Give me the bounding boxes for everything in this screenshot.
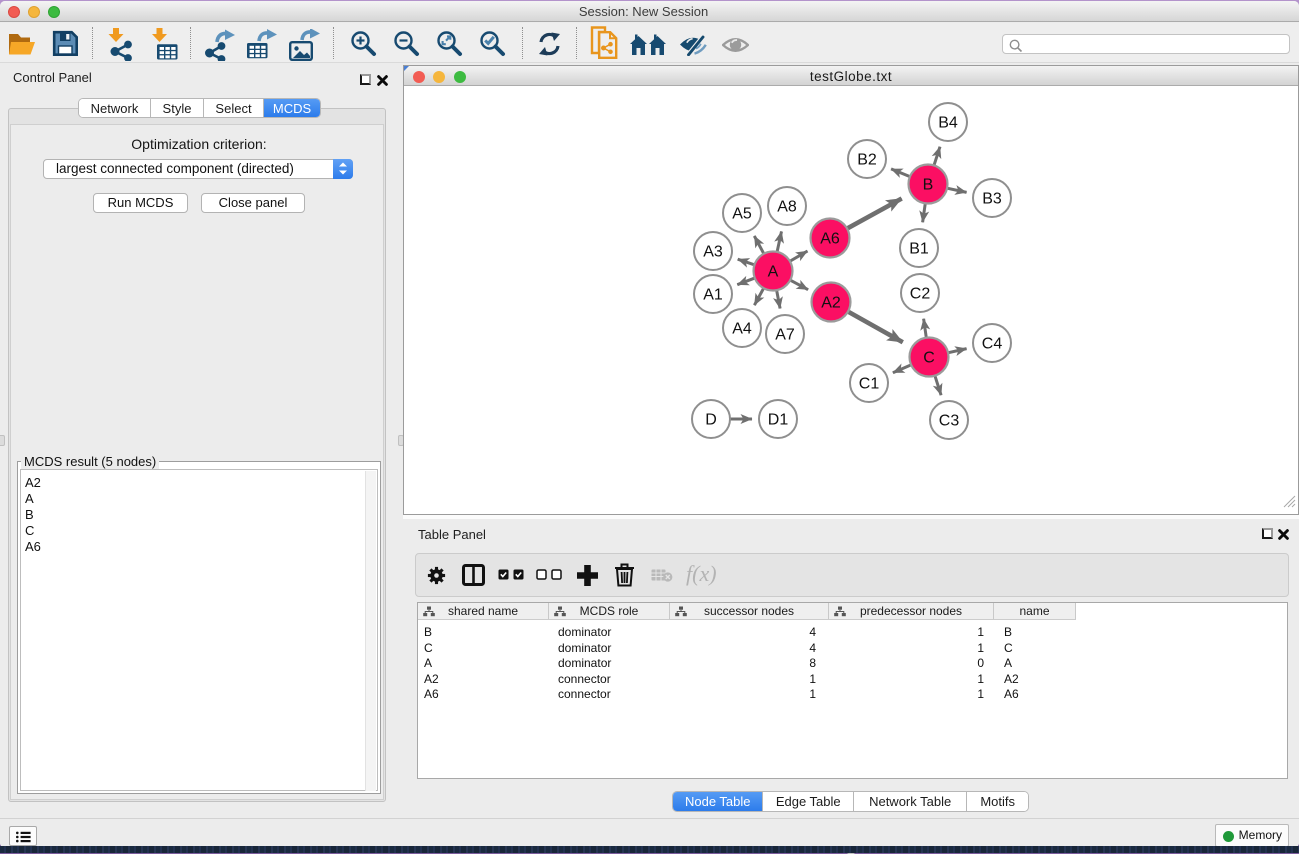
svg-text:A6: A6 [820,231,840,248]
svg-text:C3: C3 [939,413,960,430]
svg-text:C2: C2 [910,286,931,303]
svg-text:A: A [768,264,779,281]
svg-text:C: C [923,350,935,367]
svg-text:D: D [705,412,717,429]
svg-text:B3: B3 [982,191,1002,208]
svg-text:B4: B4 [938,115,958,132]
svg-text:C4: C4 [982,336,1003,353]
svg-text:A4: A4 [732,321,752,338]
svg-text:C1: C1 [859,376,880,393]
svg-text:D1: D1 [768,412,789,429]
svg-text:A8: A8 [777,199,797,216]
svg-text:B: B [923,177,934,194]
svg-text:A2: A2 [821,295,841,312]
svg-text:A7: A7 [775,327,795,344]
svg-text:A3: A3 [703,244,723,261]
svg-text:A1: A1 [703,287,723,304]
svg-text:B2: B2 [857,152,877,169]
svg-text:A5: A5 [732,206,752,223]
svg-text:B1: B1 [909,241,929,258]
